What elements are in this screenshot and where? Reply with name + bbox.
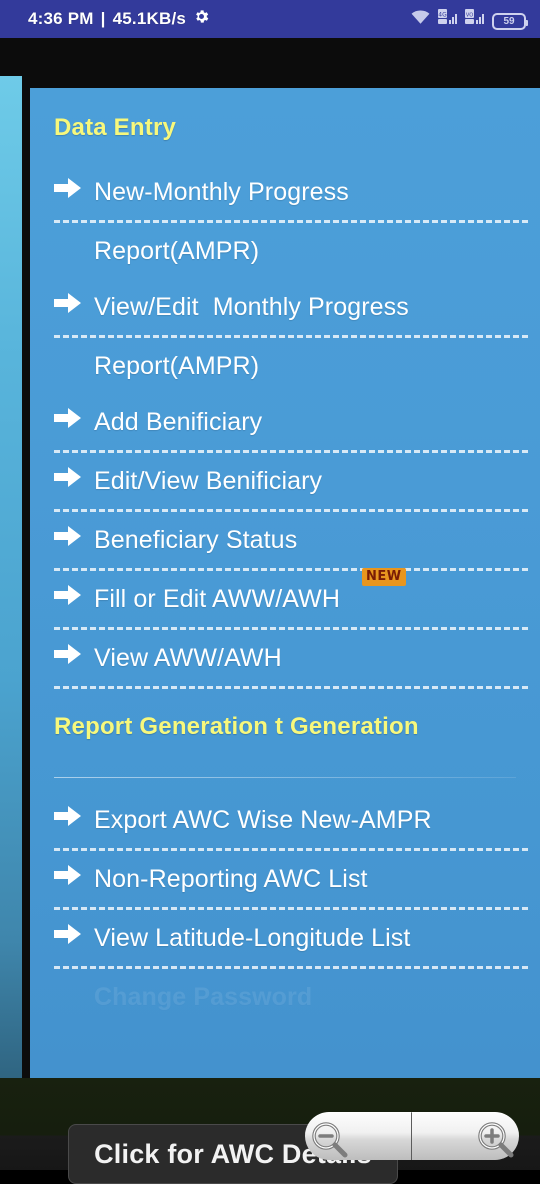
arrow-right-icon: [54, 292, 82, 319]
menu-item-non-reporting-awc-list[interactable]: Non-Reporting AWC List: [30, 851, 540, 907]
status-bar-left: 4:36 PM | 45.1KB/s: [28, 8, 210, 30]
zoom-out-button[interactable]: [305, 1112, 412, 1160]
battery-indicator: 59: [492, 13, 528, 30]
menu-item-new-monthly-progress-report-line2[interactable]: Report(AMPR): [30, 223, 540, 279]
menu-item-add-benificiary[interactable]: Add Benificiary: [30, 394, 540, 450]
drawer-scroll-container[interactable]: Data Entry New-Monthly Progress Report(A…: [30, 88, 540, 1025]
menu-item-label: Non-Reporting AWC List: [94, 865, 368, 893]
zoom-in-button[interactable]: [412, 1112, 519, 1160]
menu-item-view-edit-monthly-progress-report-line2[interactable]: Report(AMPR): [30, 338, 540, 394]
arrow-right-icon: [54, 643, 82, 670]
menu-item-new-monthly-progress-report[interactable]: New-Monthly Progress: [30, 164, 540, 220]
menu-item-label: View/Edit Monthly Progress: [94, 293, 409, 321]
menu-item-view-latitude-longitude-list[interactable]: View Latitude-Longitude List: [30, 910, 540, 966]
wifi-icon: [410, 8, 431, 30]
arrow-right-icon: [54, 466, 82, 493]
gear-icon: [193, 8, 210, 30]
menu-item-beneficiary-status[interactable]: Beneficiary Status: [30, 512, 540, 568]
status-bar: 4:36 PM | 45.1KB/s 4G VO 59: [0, 0, 540, 38]
menu-item-label: Export AWC Wise New-AMPR: [94, 806, 432, 834]
battery-level: 59: [503, 16, 515, 27]
menu-item-label: View Latitude-Longitude List: [94, 924, 411, 952]
menu-item-export-awc-wise-new-ampr[interactable]: Export AWC Wise New-AMPR: [30, 792, 540, 848]
map-zoom-controls[interactable]: [305, 1112, 520, 1160]
section-title-data-entry: Data Entry: [54, 114, 177, 141]
sim1-signal-4g-icon: 4G: [438, 8, 458, 30]
menu-item-change-password[interactable]: Change Password: [30, 969, 540, 1025]
arrow-right-icon: [54, 864, 82, 891]
menu-item-label: Change Password: [94, 983, 313, 1011]
svg-text:4G: 4G: [438, 11, 447, 18]
menu-item-label: Add Benificiary: [94, 408, 263, 436]
menu-item-view-aww-awh[interactable]: View AWW/AWH: [30, 630, 540, 686]
arrow-right-icon: [54, 584, 82, 611]
menu-item-label-continued: Report(AMPR): [94, 237, 260, 265]
arrow-right-icon: [54, 525, 82, 552]
menu-item-fill-or-edit-aww-awh[interactable]: Fill or Edit AWW/AWH NEW: [30, 568, 540, 627]
status-time: 4:36 PM: [28, 9, 94, 28]
menu-item-label: Beneficiary Status: [94, 526, 298, 554]
new-badge: NEW: [361, 568, 406, 586]
status-separator: |: [100, 9, 106, 28]
arrow-right-icon: [54, 177, 82, 204]
arrow-right-icon: [54, 923, 82, 950]
section-title-report-generation: Report Generation t Generation: [54, 713, 419, 740]
svg-text:VO: VO: [466, 12, 473, 18]
menu-item-label: New-Monthly Progress: [94, 178, 349, 206]
arrow-right-icon: [54, 805, 82, 832]
map-left-edge-strip: [0, 76, 22, 1082]
menu-item-view-edit-monthly-progress-report[interactable]: View/Edit Monthly Progress: [30, 279, 540, 335]
navigation-drawer[interactable]: Data Entry New-Monthly Progress Report(A…: [30, 88, 540, 1078]
menu-item-label: View AWW/AWH: [94, 644, 282, 672]
section-rule: [54, 777, 516, 778]
zoom-out-magnifier-icon: [307, 1117, 351, 1166]
menu-item-edit-view-benificiary[interactable]: Edit/View Benificiary: [30, 453, 540, 509]
menu-item-label-continued: Report(AMPR): [94, 352, 260, 380]
menu-item-label: Fill or Edit AWW/AWH: [94, 585, 340, 613]
menu-data-entry: New-Monthly Progress Report(AMPR) View/E…: [30, 164, 540, 689]
arrow-right-icon: [54, 407, 82, 434]
menu-item-label: Edit/View Benificiary: [94, 467, 323, 495]
status-bar-right: 4G VO 59: [410, 8, 528, 30]
sim2-signal-volte-icon: VO: [465, 8, 485, 30]
zoom-in-magnifier-icon: [473, 1117, 517, 1166]
status-network-speed: 45.1KB/s: [112, 9, 187, 28]
menu-report-generation: Export AWC Wise New-AMPR Non-Reporting A…: [30, 792, 540, 1025]
